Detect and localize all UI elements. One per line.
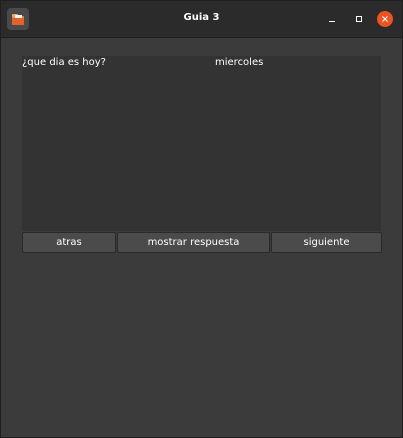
close-button[interactable] <box>377 11 393 27</box>
maximize-icon <box>356 16 362 22</box>
window-title: Guia 3 <box>183 12 220 23</box>
show-answer-button[interactable]: mostrar respuesta <box>117 232 270 253</box>
maximize-button[interactable] <box>350 10 368 28</box>
flashcard-panel: ¿que dia es hoy? miercoles <box>22 56 381 231</box>
next-button[interactable]: siguiente <box>271 232 382 253</box>
app-window: Guia 3 ¿que dia es hoy? miercoles atras … <box>0 0 403 438</box>
minimize-icon <box>329 21 335 22</box>
minimize-button[interactable] <box>323 10 341 28</box>
back-button[interactable]: atras <box>22 232 116 253</box>
answer-label: miercoles <box>215 57 264 68</box>
question-label: ¿que dia es hoy? <box>22 57 106 68</box>
close-icon <box>382 16 388 22</box>
titlebar: Guia 3 <box>1 1 402 38</box>
